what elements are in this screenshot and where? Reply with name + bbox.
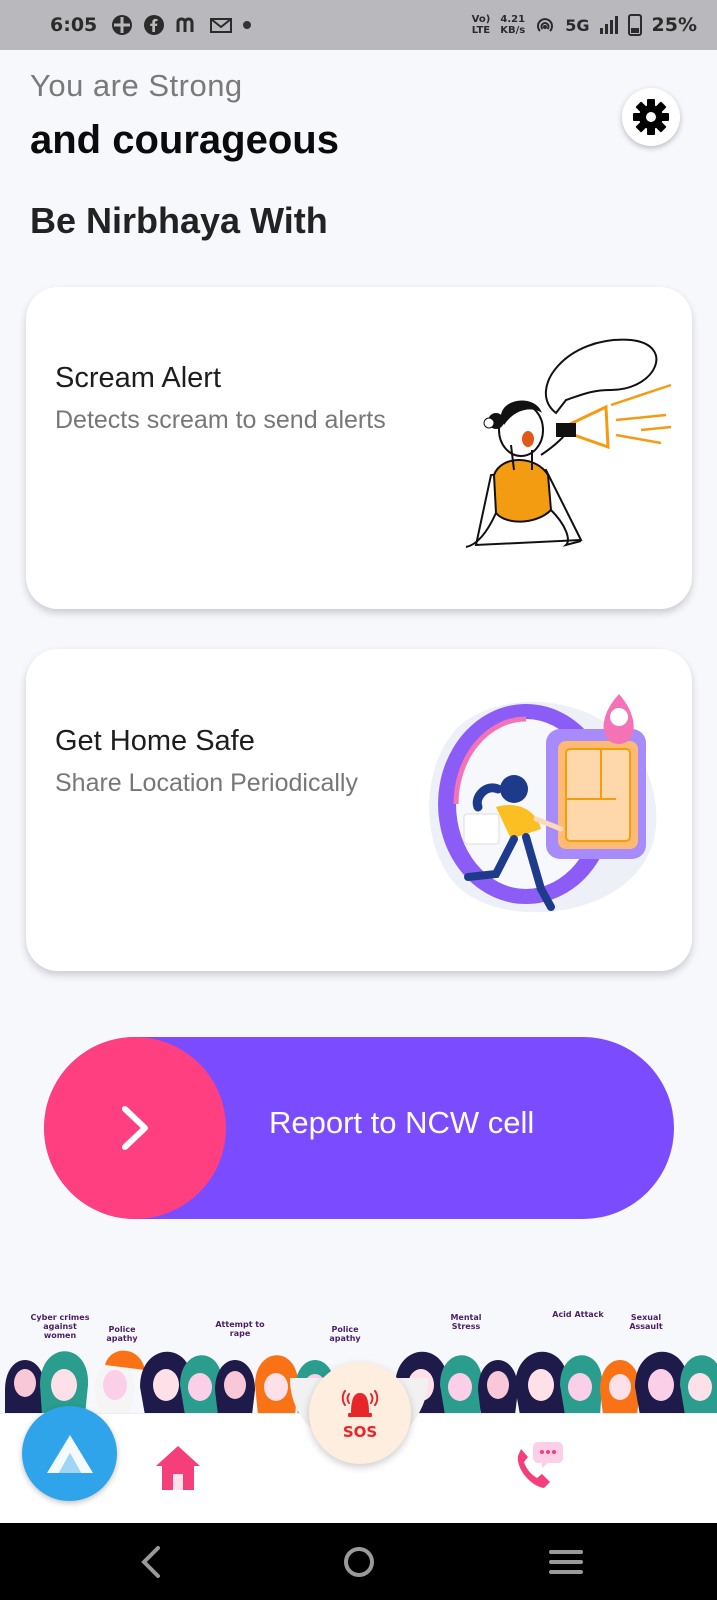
report-swipe-knob[interactable] xyxy=(44,1037,226,1219)
sos-button[interactable]: SOS xyxy=(309,1362,411,1464)
volte-indicator: Vo) LTE xyxy=(472,14,491,36)
scream-alert-description: Detects scream to send alerts xyxy=(55,406,386,434)
get-home-safe-title: Get Home Safe xyxy=(55,725,255,757)
more-notifications-dot xyxy=(243,21,252,29)
scream-alert-title: Scream Alert xyxy=(55,362,221,394)
app-logo-icon xyxy=(46,1434,93,1473)
back-icon[interactable] xyxy=(136,1545,166,1579)
screaming-woman-illustration xyxy=(465,338,672,548)
alarm-bell-icon xyxy=(341,1390,379,1417)
smartwatch-running-illustration xyxy=(429,694,657,913)
battery-percent: 25% xyxy=(651,14,697,36)
notification-icons xyxy=(111,14,252,36)
gmail-icon xyxy=(210,18,233,33)
app-notification-icon xyxy=(112,15,133,35)
floating-app-button[interactable] xyxy=(22,1406,117,1501)
status-time: 6:05 xyxy=(50,14,98,36)
gear-icon xyxy=(633,99,669,135)
chevron-right-icon xyxy=(122,1106,148,1150)
report-ncw-button[interactable]: Report to NCW cell xyxy=(44,1037,674,1219)
sos-label: SOS xyxy=(342,1423,378,1441)
get-home-safe-card[interactable]: Get Home Safe Share Location Periodicall… xyxy=(26,649,692,971)
greeting-line-2: and courageous xyxy=(30,118,339,162)
network-type: 5G xyxy=(565,15,590,35)
system-status: Vo) LTE 4.21 KB/s 5G 25% xyxy=(472,14,697,36)
status-bar: 6:05 Vo) LTE 4.21 KB/s 5G 25% xyxy=(0,0,717,50)
network-speed: 4.21 KB/s xyxy=(500,14,525,36)
signal-icon xyxy=(599,16,618,34)
recents-menu-icon[interactable] xyxy=(548,1547,584,1577)
section-title: Be Nirbhaya With xyxy=(30,200,328,241)
system-navigation-bar xyxy=(0,1523,717,1600)
hotspot-icon xyxy=(537,18,554,32)
home-circle-icon[interactable] xyxy=(342,1545,376,1579)
volte-label: Vo) xyxy=(471,14,491,25)
report-label: Report to NCW cell xyxy=(269,1105,535,1140)
speed-value: 4.21 xyxy=(500,14,526,25)
battery-icon xyxy=(627,14,642,36)
phone-chat-icon[interactable] xyxy=(508,1438,564,1494)
greeting-line-1: You are Strong xyxy=(30,68,243,103)
lte-label: LTE xyxy=(471,25,491,36)
home-icon[interactable] xyxy=(152,1442,204,1494)
settings-button[interactable] xyxy=(622,88,680,146)
scream-alert-card[interactable]: Scream Alert Detects scream to send aler… xyxy=(26,287,692,609)
get-home-safe-description: Share Location Periodically xyxy=(55,769,358,797)
speed-unit: KB/s xyxy=(500,25,526,36)
m-app-icon xyxy=(176,17,194,32)
facebook-icon xyxy=(144,15,165,35)
